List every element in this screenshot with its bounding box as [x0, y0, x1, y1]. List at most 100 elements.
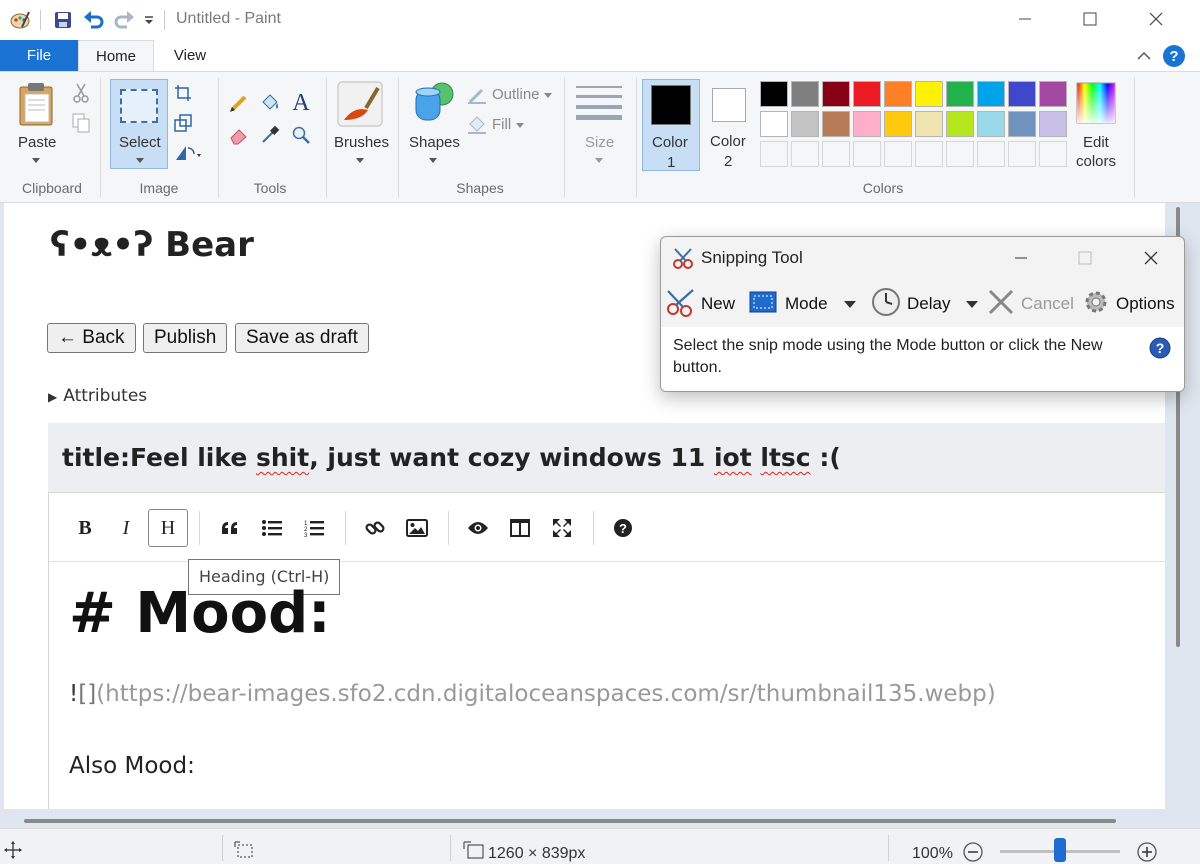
help-icon[interactable]: ? — [603, 509, 643, 547]
zoom-out-button[interactable] — [962, 841, 984, 863]
snip-close-button[interactable] — [1131, 245, 1171, 271]
palette-empty-slot[interactable] — [977, 141, 1005, 167]
edit-colors-icon[interactable] — [1076, 82, 1116, 124]
palette-color-swatch[interactable] — [760, 111, 788, 137]
palette-color-swatch[interactable] — [791, 111, 819, 137]
attributes-toggle[interactable]: ▶ Attributes — [48, 386, 147, 406]
fill-dropdown-icon[interactable] — [516, 123, 524, 128]
pencil-icon[interactable] — [228, 92, 250, 114]
palette-empty-slot[interactable] — [760, 141, 788, 167]
brushes-button[interactable]: Brushes — [334, 134, 389, 151]
palette-empty-slot[interactable] — [884, 141, 912, 167]
delay-dropdown-icon[interactable] — [966, 294, 979, 314]
quote-icon[interactable] — [210, 509, 250, 547]
heading-icon[interactable]: H — [148, 509, 188, 547]
palette-color-swatch[interactable] — [760, 81, 788, 107]
select-button[interactable]: Select — [110, 79, 168, 169]
palette-empty-slot[interactable] — [791, 141, 819, 167]
text-icon[interactable]: A — [290, 90, 312, 116]
palette-color-swatch[interactable] — [977, 111, 1005, 137]
paste-icon[interactable] — [18, 82, 56, 128]
palette-color-swatch[interactable] — [822, 81, 850, 107]
palette-color-swatch[interactable] — [1039, 81, 1067, 107]
palette-color-swatch[interactable] — [915, 111, 943, 137]
shapes-icon[interactable] — [410, 80, 458, 128]
palette-color-swatch[interactable] — [884, 81, 912, 107]
snip-maximize-button[interactable] — [1065, 245, 1105, 271]
paste-dropdown-icon[interactable] — [32, 158, 40, 163]
mode-dropdown-icon[interactable] — [843, 294, 856, 314]
zoom-slider-thumb[interactable] — [1054, 838, 1066, 862]
resize-icon[interactable] — [172, 112, 194, 134]
save-icon[interactable] — [52, 9, 74, 31]
snip-mode-button[interactable]: Mode — [749, 291, 856, 317]
back-button[interactable]: ← Back — [47, 323, 136, 353]
zoom-in-button[interactable] — [1136, 841, 1158, 863]
italic-icon[interactable]: I — [106, 509, 146, 547]
shapes-dropdown-icon[interactable] — [429, 158, 437, 163]
horizontal-scrollbar[interactable] — [24, 819, 1116, 823]
palette-empty-slot[interactable] — [853, 141, 881, 167]
rotate-icon[interactable] — [172, 142, 206, 164]
tab-home[interactable]: Home — [78, 40, 154, 72]
brushes-icon[interactable] — [336, 80, 384, 128]
snip-new-button[interactable]: New — [665, 288, 735, 317]
size-dropdown-icon[interactable] — [595, 158, 603, 163]
crop-icon[interactable] — [172, 82, 194, 104]
palette-color-swatch[interactable] — [1039, 111, 1067, 137]
color2-button[interactable]: Color 2 — [702, 79, 756, 171]
fill-button[interactable]: Fill — [492, 116, 511, 133]
snip-options-button[interactable]: Options — [1082, 291, 1175, 317]
side-by-side-icon[interactable] — [500, 509, 540, 547]
snip-help-icon[interactable]: ? — [1149, 337, 1171, 359]
snip-minimize-button[interactable] — [1001, 245, 1041, 271]
cut-icon[interactable] — [70, 82, 92, 104]
color1-button[interactable]: Color 1 — [642, 79, 700, 171]
palette-empty-slot[interactable] — [915, 141, 943, 167]
image-icon[interactable] — [397, 509, 437, 547]
copy-icon[interactable] — [70, 112, 92, 134]
ordered-list-icon[interactable]: 123 — [294, 509, 334, 547]
title-field[interactable]: title:Feel like shit, just want cozy win… — [48, 423, 1165, 493]
outline-button[interactable]: Outline — [492, 86, 540, 103]
palette-color-swatch[interactable] — [884, 111, 912, 137]
redo-icon[interactable] — [112, 9, 136, 31]
palette-color-swatch[interactable] — [822, 111, 850, 137]
palette-color-swatch[interactable] — [853, 81, 881, 107]
paste-button[interactable]: Paste — [18, 134, 56, 151]
tab-file[interactable]: File — [0, 40, 78, 72]
paint-app-icon[interactable] — [8, 9, 32, 31]
palette-empty-slot[interactable] — [1039, 141, 1067, 167]
publish-button[interactable]: Publish — [143, 323, 228, 353]
palette-color-swatch[interactable] — [791, 81, 819, 107]
fill-bucket-icon[interactable] — [259, 92, 281, 114]
undo-icon[interactable] — [82, 9, 106, 31]
palette-empty-slot[interactable] — [946, 141, 974, 167]
magnifier-icon[interactable] — [290, 124, 312, 146]
palette-color-swatch[interactable] — [946, 111, 974, 137]
palette-empty-slot[interactable] — [822, 141, 850, 167]
fill-icon[interactable] — [466, 114, 488, 136]
preview-icon[interactable] — [458, 509, 498, 547]
minimize-button[interactable] — [1005, 6, 1045, 32]
bold-icon[interactable]: B — [65, 509, 105, 547]
shapes-button[interactable]: Shapes — [409, 134, 460, 151]
palette-color-swatch[interactable] — [1008, 81, 1036, 107]
brushes-dropdown-icon[interactable] — [356, 158, 364, 163]
palette-color-swatch[interactable] — [946, 81, 974, 107]
maximize-button[interactable] — [1070, 6, 1110, 32]
help-icon[interactable]: ? — [1162, 44, 1186, 68]
palette-color-swatch[interactable] — [915, 81, 943, 107]
unordered-list-icon[interactable] — [252, 509, 292, 547]
size-icon[interactable] — [576, 82, 622, 122]
eraser-icon[interactable] — [228, 124, 250, 146]
fullscreen-icon[interactable] — [542, 509, 582, 547]
save-draft-button[interactable]: Save as draft — [235, 323, 369, 353]
palette-color-swatch[interactable] — [853, 111, 881, 137]
palette-color-swatch[interactable] — [977, 81, 1005, 107]
snip-cancel-button[interactable]: Cancel — [987, 289, 1074, 317]
collapse-ribbon-icon[interactable] — [1136, 48, 1152, 64]
snip-delay-button[interactable]: Delay — [871, 287, 979, 317]
close-button[interactable] — [1136, 6, 1176, 32]
customize-qat-icon[interactable] — [142, 9, 156, 31]
